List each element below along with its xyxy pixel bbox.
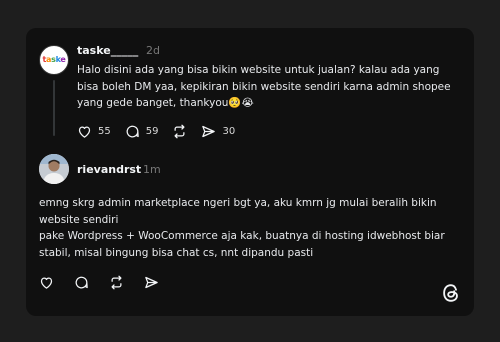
reply-line: website sendiri bbox=[39, 213, 119, 226]
reply-repost-button[interactable] bbox=[109, 275, 124, 290]
thread-card: taske taske_____ 2d Halo disini ada yang… bbox=[26, 28, 474, 316]
share-count: 30 bbox=[222, 126, 236, 137]
person-icon bbox=[39, 154, 69, 184]
reply-comment-button[interactable] bbox=[74, 275, 89, 290]
post-line: bisa boleh DM yaa, kepikiran bikin websi… bbox=[77, 80, 451, 93]
reply-actions bbox=[39, 275, 173, 290]
heart-icon bbox=[40, 277, 53, 289]
like-button[interactable]: 55 bbox=[77, 124, 111, 139]
threads-logo-icon[interactable] bbox=[440, 282, 462, 304]
like-count: 55 bbox=[98, 126, 111, 137]
share-button[interactable]: 30 bbox=[201, 124, 235, 139]
post-username[interactable]: taske_____ bbox=[77, 44, 138, 57]
send-icon bbox=[202, 125, 216, 138]
send-icon bbox=[145, 276, 158, 289]
post-actions: 55 59 30 bbox=[77, 124, 249, 139]
repost-icon bbox=[174, 124, 185, 139]
avatar[interactable]: taske bbox=[39, 45, 69, 75]
reply-username[interactable]: rievandrst bbox=[77, 163, 141, 176]
comment-button[interactable]: 59 bbox=[125, 124, 159, 139]
thread-line bbox=[53, 80, 55, 136]
post-time: 2d bbox=[146, 44, 160, 57]
reply-line: pake Wordpress + WooCommerce aja kak, bu… bbox=[39, 230, 445, 242]
comment-count: 59 bbox=[145, 126, 159, 137]
reply-like-button[interactable] bbox=[39, 275, 54, 290]
reply-line: stabil, misal bingung bisa chat cs, nnt … bbox=[39, 246, 314, 259]
reply-time: 1m bbox=[143, 163, 161, 176]
repost-button[interactable] bbox=[172, 124, 187, 139]
repost-icon bbox=[111, 275, 122, 290]
post-line: yang gede banget, thankyou🥺😭 bbox=[77, 97, 254, 109]
comment-icon bbox=[126, 125, 139, 138]
heart-icon bbox=[78, 126, 91, 138]
reply-share-button[interactable] bbox=[144, 275, 159, 290]
reply-text: emng skrg admin marketplace ngeri bgt ya… bbox=[39, 195, 445, 261]
post-line: Halo disini ada yang bisa bikin website … bbox=[77, 64, 440, 76]
post-text: Halo disini ada yang bisa bikin website … bbox=[77, 62, 451, 112]
comment-icon bbox=[75, 276, 88, 289]
reply-line: emng skrg admin marketplace ngeri bgt ya… bbox=[39, 197, 437, 209]
avatar-logo: taske bbox=[42, 55, 66, 64]
reply-avatar[interactable] bbox=[39, 154, 69, 184]
